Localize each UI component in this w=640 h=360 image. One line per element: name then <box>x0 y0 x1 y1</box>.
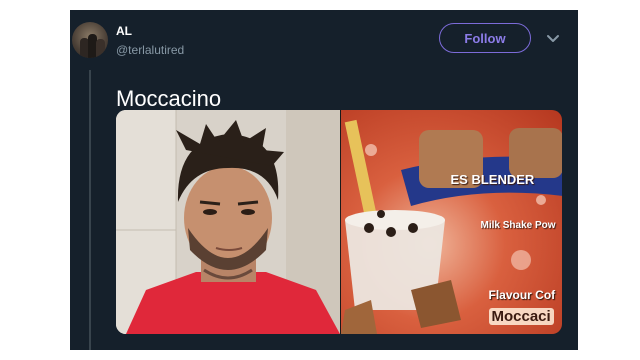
media-photo-product[interactable]: ES BLENDER Milk Shake Pow Flavour Cof Mo… <box>339 110 562 334</box>
author-handle[interactable]: @terlalutired <box>116 43 184 57</box>
author-display-name[interactable]: AL <box>116 24 132 38</box>
tweet-text: Moccacino <box>116 86 222 111</box>
chevron-down-icon[interactable] <box>545 30 561 46</box>
media-photo-selfie[interactable] <box>116 110 340 334</box>
product-flavour-text: Flavour Cof <box>488 288 556 302</box>
follow-button[interactable]: Follow <box>439 23 531 53</box>
product-line-text: Milk Shake Pow <box>480 220 556 231</box>
product-name-text: Moccaci <box>488 308 554 325</box>
tweet-card: AL @terlalutired Follow Moccacino ES BLE… <box>70 10 578 350</box>
selfie-illustration <box>116 110 340 334</box>
thread-line <box>89 70 91 350</box>
author-avatar[interactable] <box>72 22 108 58</box>
tweet-media[interactable]: ES BLENDER Milk Shake Pow Flavour Cof Mo… <box>116 110 562 334</box>
product-brand-text: ES BLENDER <box>450 172 535 187</box>
